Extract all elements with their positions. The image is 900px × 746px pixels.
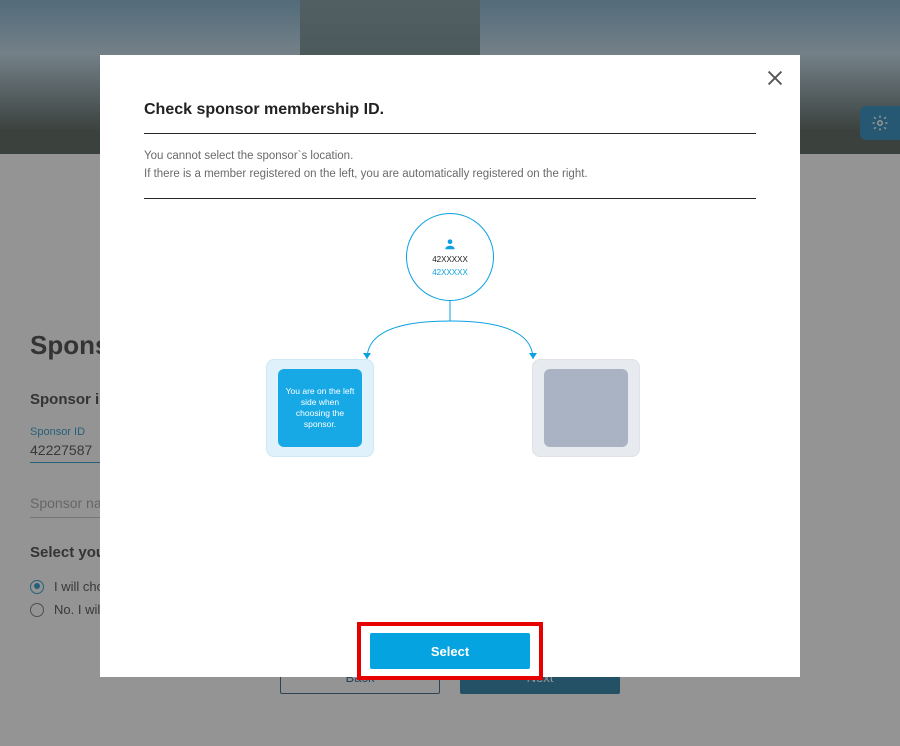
right-position-slot[interactable]: [532, 359, 640, 457]
right-slot-empty: [544, 369, 628, 447]
select-button[interactable]: Select: [370, 633, 530, 669]
root-id-2: 42XXXXX: [432, 268, 468, 277]
root-id-1: 42XXXXX: [432, 255, 468, 264]
person-icon: [443, 237, 457, 251]
close-icon: [764, 67, 786, 89]
close-button[interactable]: [764, 67, 786, 94]
sponsor-check-modal: Check sponsor membership ID. You cannot …: [100, 55, 800, 677]
select-button-highlight: Select: [357, 622, 543, 680]
divider: [144, 198, 756, 199]
sponsor-tree-diagram: 42XXXXX 42XXXXX You are on the left side…: [144, 213, 756, 513]
root-sponsor-node: 42XXXXX 42XXXXX: [406, 213, 494, 301]
left-slot-text: You are on the left side when choosing t…: [278, 369, 362, 447]
modal-title: Check sponsor membership ID.: [144, 101, 756, 133]
modal-helper-1: You cannot select the sponsor`s location…: [144, 148, 756, 166]
modal-helper-2: If there is a member registered on the l…: [144, 166, 756, 184]
divider: [144, 133, 756, 134]
left-position-slot[interactable]: You are on the left side when choosing t…: [266, 359, 374, 457]
